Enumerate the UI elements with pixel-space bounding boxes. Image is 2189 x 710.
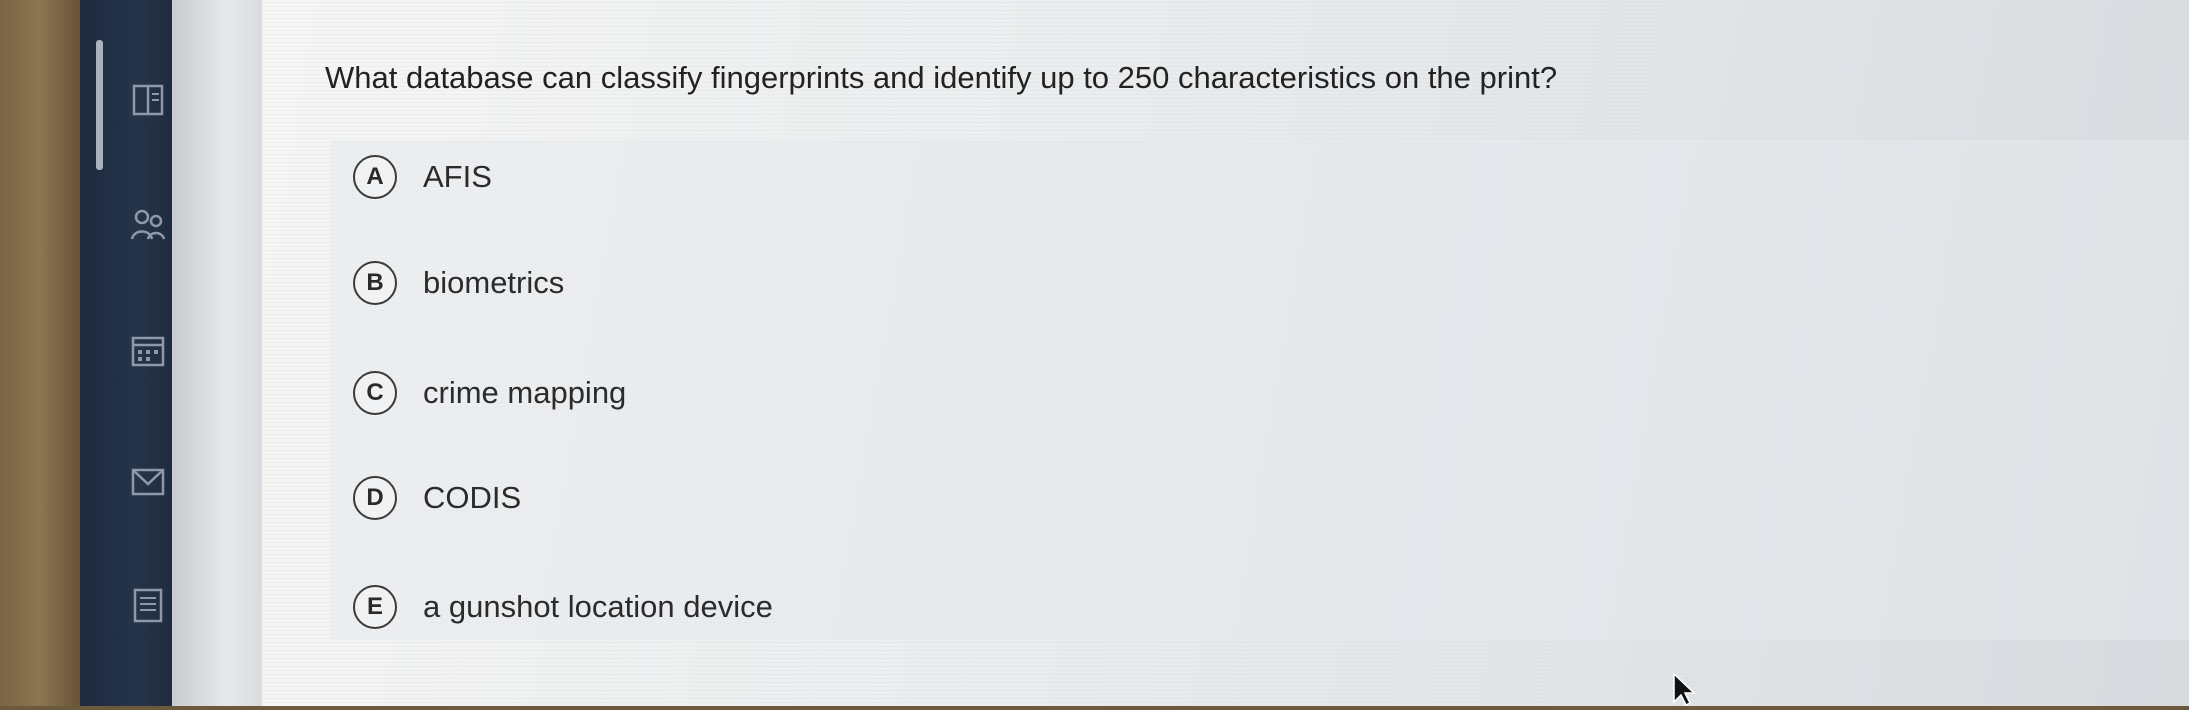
answer-option-e[interactable]: E a gunshot location device (353, 583, 773, 631)
option-letter-badge[interactable]: A (353, 155, 397, 199)
question-text: What database can classify fingerprints … (325, 60, 1558, 95)
people-icon[interactable] (128, 205, 168, 245)
option-letter-badge[interactable]: D (353, 476, 397, 520)
book-icon[interactable] (128, 80, 168, 120)
option-text[interactable]: a gunshot location device (423, 589, 773, 625)
option-text[interactable]: crime mapping (423, 375, 626, 411)
answer-option-d[interactable]: D CODIS (353, 474, 521, 522)
option-text[interactable]: biometrics (423, 265, 564, 301)
option-text[interactable]: AFIS (423, 159, 492, 195)
calendar-icon[interactable] (128, 330, 168, 370)
answer-option-c[interactable]: C crime mapping (353, 369, 626, 417)
sidebar-scrollbar[interactable] (96, 40, 103, 170)
option-letter-badge[interactable]: B (353, 261, 397, 305)
mouse-pointer-icon (1672, 672, 1696, 707)
monitor-bezel (0, 0, 90, 706)
document-icon[interactable] (128, 585, 168, 625)
content-gutter (172, 0, 262, 706)
option-text[interactable]: CODIS (423, 480, 521, 516)
option-letter-badge[interactable]: E (353, 585, 397, 629)
mail-icon[interactable] (128, 462, 168, 502)
answer-option-b[interactable]: B biometrics (353, 259, 564, 307)
answer-option-a[interactable]: A AFIS (353, 153, 492, 201)
option-letter-badge[interactable]: C (353, 371, 397, 415)
